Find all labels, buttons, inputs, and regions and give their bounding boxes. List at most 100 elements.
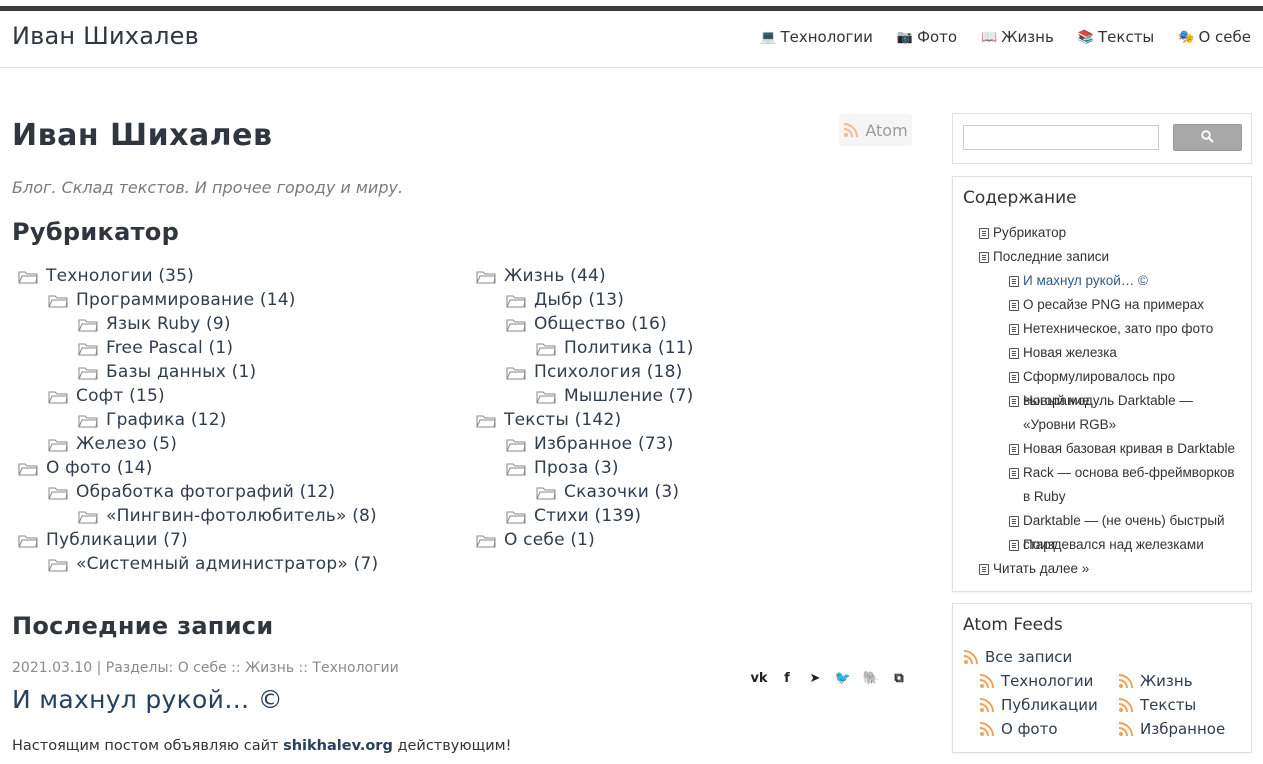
feed-link[interactable]: Технологии <box>979 672 1093 690</box>
search-input[interactable] <box>963 125 1159 150</box>
rubric-link[interactable]: Общество (16) <box>506 314 667 334</box>
toc-item[interactable]: Новый модуль Darktable — «Уровни RGB» <box>1009 389 1193 437</box>
toc-item-text: Rack — основа веб-фреймворков в Ruby <box>1023 461 1235 509</box>
folder-icon <box>48 485 68 500</box>
toc-item-label: И махнул рукой… © <box>1023 273 1148 288</box>
search-widget <box>952 113 1252 164</box>
rubric-label: О себе (1) <box>504 530 596 550</box>
rubric-link[interactable]: Избранное (73) <box>506 434 674 454</box>
rubric-link[interactable]: О фото (14) <box>18 458 153 478</box>
nav-item-0[interactable]: 💻 Технологии <box>760 28 873 46</box>
toc-item-text: Рубрикатор <box>993 221 1066 245</box>
toc-item[interactable]: Рубрикатор <box>979 221 1066 245</box>
feed-link[interactable]: Все записи <box>963 648 1072 666</box>
toc-item[interactable]: Поиздевался над железками <box>1009 533 1204 557</box>
rubric-link[interactable]: «Системный администратор» (7) <box>48 554 378 574</box>
nav-item-label: Технологии <box>780 28 873 46</box>
search-button[interactable] <box>1173 124 1242 151</box>
rss-icon <box>979 721 995 737</box>
nav-item-label: Жизнь <box>1001 28 1054 46</box>
rubric-link[interactable]: Публикации (7) <box>18 530 188 550</box>
rss-icon <box>1118 697 1134 713</box>
folder-icon <box>506 437 526 452</box>
rubric-link[interactable]: Стихи (139) <box>506 506 641 526</box>
site-title[interactable]: Иван Шихалев <box>12 22 199 50</box>
rubric-link[interactable]: «Пингвин-фотолюбитель» (8) <box>78 506 377 526</box>
toc-item-label-cont: «Уровни RGB» <box>1023 417 1117 432</box>
rubric-link[interactable]: Политика (11) <box>536 338 694 358</box>
rubric-label: Тексты (142) <box>504 410 622 430</box>
feed-link[interactable]: Публикации <box>979 696 1098 714</box>
laptop-icon: 💻 <box>760 29 777 45</box>
nav-item-2[interactable]: 📖 Жизнь <box>981 28 1054 46</box>
rubric-link[interactable]: Программирование (14) <box>48 290 296 310</box>
rubric-label: Программирование (14) <box>76 290 296 310</box>
atom-feed-button[interactable]: Atom <box>839 114 912 146</box>
rubric-link[interactable]: Тексты (142) <box>476 410 621 430</box>
folder-icon <box>536 341 556 356</box>
feed-link[interactable]: Избранное <box>1118 720 1225 738</box>
folder-icon <box>78 317 98 332</box>
nav-item-label: О себе <box>1198 28 1251 46</box>
toc-item[interactable]: О ресайзе PNG на примерах <box>1009 293 1204 317</box>
rubric-link[interactable]: Базы данных (1) <box>78 362 256 382</box>
rubric-link[interactable]: Free Pascal (1) <box>78 338 233 358</box>
post-body-text: Настоящим постом объявляю сайт <box>12 738 284 754</box>
rubric-label: Графика (12) <box>106 410 227 430</box>
share-buttons: vk f ➤ 🐦 🐘 ⧉ <box>750 670 907 686</box>
rubric-link[interactable]: Железо (5) <box>48 434 177 454</box>
rubric-link[interactable]: Язык Ruby (9) <box>78 314 231 334</box>
rubric-link[interactable]: Проза (3) <box>506 458 619 478</box>
rss-icon <box>843 122 859 138</box>
nav-item-1[interactable]: 📷 Фото <box>897 28 957 46</box>
rubric-link[interactable]: Сказочки (3) <box>536 482 679 502</box>
feed-link[interactable]: Тексты <box>1118 696 1196 714</box>
recent-posts-heading: Последние записи <box>12 612 274 640</box>
rubric-link[interactable]: Технологии (35) <box>18 266 194 286</box>
toc-item-label: Новая базовая кривая в Darktable <box>1023 441 1236 456</box>
feed-link[interactable]: Жизнь <box>1118 672 1193 690</box>
document-icon <box>1009 516 1019 527</box>
toc-item[interactable]: И махнул рукой… © <box>1009 269 1148 293</box>
post-title[interactable]: И махнул рукой… © <box>12 685 283 714</box>
rss-icon <box>1118 721 1134 737</box>
toc-item[interactable]: Новая базовая кривая в Darktable <box>1009 437 1235 461</box>
facebook-icon[interactable]: f <box>779 670 795 686</box>
toc-item-label: Нетехническое, зато про фото <box>1023 321 1214 336</box>
toc-item[interactable]: Нетехническое, зато про фото <box>1009 317 1213 341</box>
rubric-label: Железо (5) <box>76 434 178 454</box>
rubric-label: Язык Ruby (9) <box>106 314 231 334</box>
copy-icon[interactable]: ⧉ <box>891 670 907 686</box>
document-icon <box>1009 276 1019 287</box>
search-icon <box>1201 128 1214 147</box>
toc-item-label: Новый модуль Darktable — <box>1023 393 1193 408</box>
feed-link[interactable]: О фото <box>979 720 1058 738</box>
rubric-link[interactable]: Жизнь (44) <box>476 266 606 286</box>
toc-item[interactable]: Rack — основа веб-фреймворков в Ruby <box>1009 461 1235 509</box>
rubric-link[interactable]: Софт (15) <box>48 386 165 406</box>
toc-item-label: О ресайзе PNG на примерах <box>1023 297 1204 312</box>
toc-item-text: Поиздевался над железками <box>1023 533 1204 557</box>
evernote-icon[interactable]: 🐘 <box>863 670 879 686</box>
toc-item[interactable]: Последние записи <box>979 245 1109 269</box>
rubric-link[interactable]: Дыбр (13) <box>506 290 624 310</box>
rubric-link[interactable]: Психология (18) <box>506 362 682 382</box>
rubric-link[interactable]: Графика (12) <box>78 410 227 430</box>
nav-item-4[interactable]: 🎭 О себе <box>1178 28 1251 46</box>
folder-icon <box>18 269 38 284</box>
nav-item-3[interactable]: 📚 Тексты <box>1078 28 1154 46</box>
vk-icon[interactable]: vk <box>750 670 767 686</box>
folder-icon <box>78 509 98 524</box>
rubric-label: Стихи (139) <box>534 506 642 526</box>
twitter-icon[interactable]: 🐦 <box>835 670 851 686</box>
rubric-link[interactable]: Обработка фотографий (12) <box>48 482 335 502</box>
folder-icon <box>476 533 496 548</box>
rubric-link[interactable]: О себе (1) <box>476 530 595 550</box>
rubric-link[interactable]: Мышление (7) <box>536 386 693 406</box>
site-link[interactable]: shikhalev.org <box>283 738 393 754</box>
folder-icon <box>48 437 68 452</box>
toc-item[interactable]: Новая железка <box>1009 341 1117 365</box>
rubric-label: «Пингвин-фотолюбитель» (8) <box>106 506 377 526</box>
telegram-icon[interactable]: ➤ <box>807 670 823 686</box>
toc-item[interactable]: Читать далее » <box>979 557 1089 581</box>
